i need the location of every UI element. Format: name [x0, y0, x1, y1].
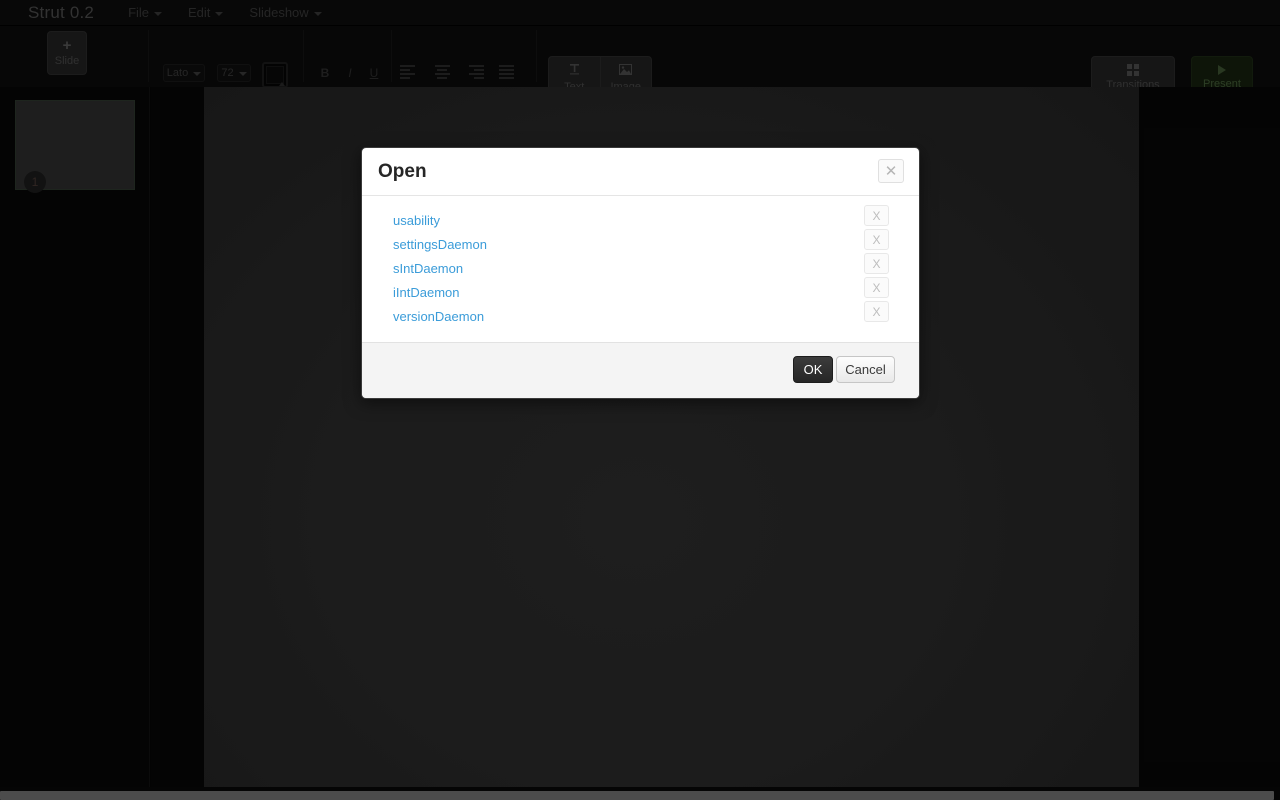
list-item: iIntDaemon X — [362, 277, 919, 304]
list-item: sIntDaemon X — [362, 253, 919, 280]
delete-presentation-button[interactable]: X — [864, 253, 889, 274]
dialog-body: usability X settingsDaemon X sIntDaemon … — [362, 196, 919, 342]
presentation-link-settingsdaemon[interactable]: settingsDaemon — [393, 237, 487, 252]
dialog-header: Open ✕ — [362, 148, 919, 196]
strut-app-window: Strut 0.2 File Edit Slideshow + Slide La… — [0, 0, 1280, 800]
list-item: versionDaemon X — [362, 301, 919, 328]
delete-presentation-button[interactable]: X — [864, 301, 889, 322]
delete-presentation-button[interactable]: X — [864, 205, 889, 226]
dialog-footer: OK Cancel — [362, 342, 919, 398]
open-dialog: Open ✕ usability X settingsDaemon X sInt… — [361, 147, 920, 399]
delete-presentation-button[interactable]: X — [864, 277, 889, 298]
delete-presentation-button[interactable]: X — [864, 229, 889, 250]
ok-button[interactable]: OK — [793, 356, 833, 383]
modal-backdrop — [0, 0, 1280, 800]
presentation-link-sintdaemon[interactable]: sIntDaemon — [393, 261, 463, 276]
list-item: settingsDaemon X — [362, 229, 919, 256]
presentation-link-iintdaemon[interactable]: iIntDaemon — [393, 285, 459, 300]
presentation-link-usability[interactable]: usability — [393, 213, 440, 228]
presentation-link-versiondaemon[interactable]: versionDaemon — [393, 309, 484, 324]
dialog-title: Open — [378, 161, 427, 182]
close-icon[interactable]: ✕ — [878, 159, 904, 183]
cancel-button[interactable]: Cancel — [836, 356, 895, 383]
list-item: usability X — [362, 205, 919, 232]
